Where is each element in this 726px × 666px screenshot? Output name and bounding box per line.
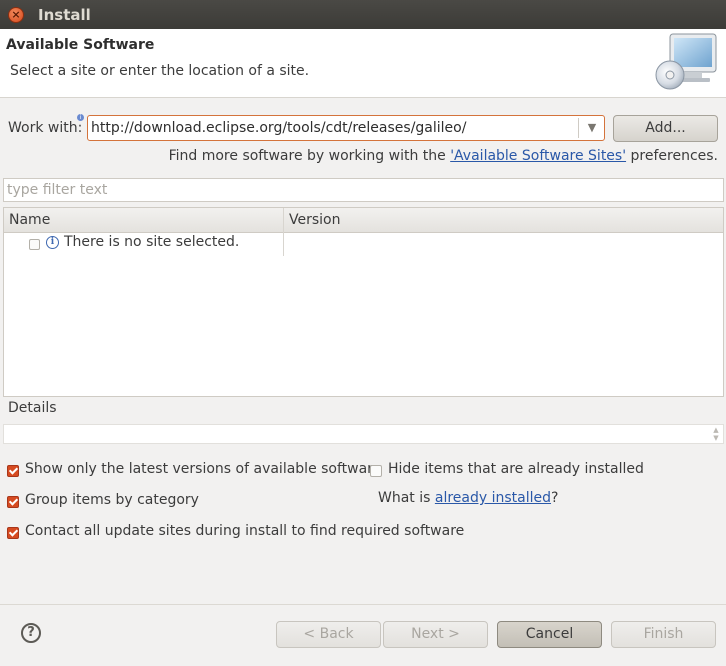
hide-installed-label[interactable]: Hide items that are already installed — [388, 461, 644, 477]
table-row[interactable]: i There is no site selected. — [4, 233, 723, 255]
close-icon[interactable]: × — [8, 7, 24, 23]
window-title: Install — [38, 6, 91, 24]
next-button[interactable]: Next > — [383, 621, 488, 648]
back-button[interactable]: < Back — [276, 621, 381, 648]
title-bar: × Install — [0, 0, 726, 29]
details-label: Details — [8, 400, 57, 416]
software-table[interactable]: Name Version i There is no site selected… — [3, 207, 724, 397]
wizard-header: Available Software Select a site or ente… — [0, 29, 726, 98]
add-site-button[interactable]: Add... — [613, 115, 718, 142]
finish-button[interactable]: Finish — [611, 621, 716, 648]
work-with-combo[interactable]: ▼ — [87, 115, 605, 141]
details-scrollbar[interactable]: ▲ ▼ — [711, 426, 721, 442]
info-icon: i — [46, 236, 59, 249]
details-text-area[interactable]: ▲ ▼ — [3, 424, 724, 444]
table-header: Name Version — [4, 208, 723, 233]
row-checkbox[interactable] — [29, 239, 40, 250]
find-more-text: Find more software by working with the '… — [169, 148, 718, 164]
show-latest-checkbox[interactable] — [7, 465, 19, 477]
available-software-sites-link[interactable]: 'Available Software Sites' — [450, 148, 626, 164]
page-title: Available Software — [6, 37, 155, 53]
row-name: There is no site selected. — [64, 234, 240, 250]
column-header-name[interactable]: Name — [9, 212, 50, 228]
already-installed-prefix: What is — [378, 490, 435, 506]
page-description: Select a site or enter the location of a… — [10, 63, 310, 79]
find-more-suffix: preferences. — [626, 148, 719, 164]
filter-input[interactable] — [7, 181, 707, 199]
already-installed-suffix: ? — [551, 490, 559, 506]
already-installed-text: What is already installed? — [378, 490, 558, 506]
group-by-category-label[interactable]: Group items by category — [25, 492, 199, 508]
show-latest-label[interactable]: Show only the latest versions of availab… — [25, 461, 381, 477]
work-with-input[interactable] — [91, 119, 571, 137]
button-bar-divider — [0, 604, 726, 605]
work-with-label: Work with: — [8, 120, 83, 136]
help-icon[interactable]: ? — [21, 623, 41, 643]
cancel-button[interactable]: Cancel — [497, 621, 602, 648]
already-installed-link[interactable]: already installed — [435, 490, 551, 506]
find-more-prefix: Find more software by working with the — [168, 148, 451, 164]
filter-field[interactable] — [3, 178, 724, 202]
computer-cd-icon — [655, 33, 717, 90]
column-header-version[interactable]: Version — [289, 212, 340, 228]
combo-separator — [578, 118, 579, 138]
chevron-down-icon[interactable]: ▼ — [582, 118, 602, 138]
group-by-category-checkbox[interactable] — [7, 496, 19, 508]
contact-all-sites-checkbox[interactable] — [7, 527, 19, 539]
info-decoration-icon: i — [77, 114, 84, 121]
hide-installed-checkbox[interactable] — [370, 465, 382, 477]
contact-all-sites-label[interactable]: Contact all update sites during install … — [25, 523, 464, 539]
